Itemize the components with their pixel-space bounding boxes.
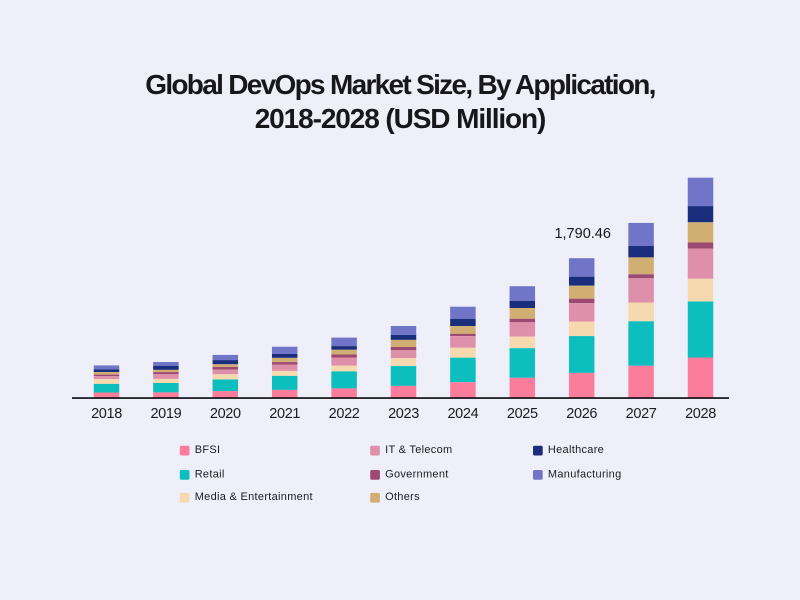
svg-text:BFSI: BFSI: [195, 444, 221, 456]
svg-text:2019: 2019: [150, 406, 181, 422]
svg-text:IT & Telecom: IT & Telecom: [385, 444, 452, 456]
svg-text:2026: 2026: [566, 406, 597, 422]
svg-text:Manufacturing: Manufacturing: [548, 468, 622, 480]
svg-text:2023: 2023: [388, 406, 419, 422]
svg-text:2018-2028 (USD Million): 2018-2028 (USD Million): [255, 103, 546, 134]
svg-text:Retail: Retail: [195, 468, 225, 480]
svg-text:2018: 2018: [91, 406, 122, 422]
svg-text:1,790.46: 1,790.46: [554, 226, 610, 242]
svg-text:2025: 2025: [507, 406, 538, 422]
svg-text:Global DevOps Market Size, By: Global DevOps Market Size, By Applicatio…: [145, 69, 654, 100]
svg-text:Healthcare: Healthcare: [548, 444, 604, 456]
svg-text:2028: 2028: [685, 406, 716, 422]
svg-text:2027: 2027: [626, 406, 657, 422]
svg-text:2022: 2022: [329, 406, 360, 422]
svg-text:2024: 2024: [447, 406, 478, 422]
svg-text:2021: 2021: [269, 406, 300, 422]
svg-text:Others: Others: [385, 491, 420, 503]
svg-text:Media & Entertainment: Media & Entertainment: [195, 491, 313, 503]
svg-text:2020: 2020: [210, 406, 241, 422]
svg-text:Government: Government: [385, 468, 449, 480]
